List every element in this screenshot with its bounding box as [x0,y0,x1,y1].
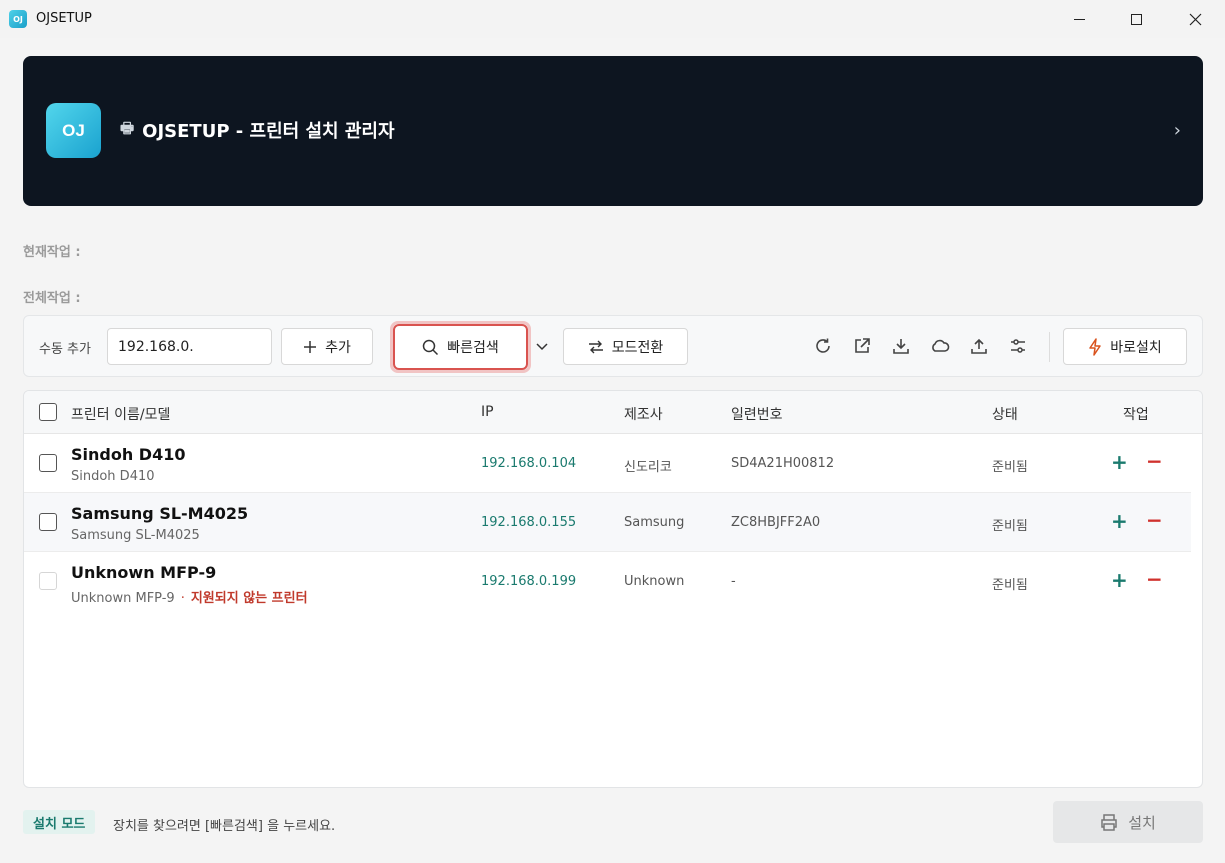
printer-model: Sindoh D410 [71,469,155,484]
separator-dot: · [180,591,185,606]
printer-ip: 192.168.0.155 [481,515,577,530]
remove-printer-button[interactable]: − [1146,449,1163,473]
quick-search-button[interactable]: 빠른검색 [393,324,528,370]
printer-icon: 🖶 [120,118,135,137]
chevron-right-icon[interactable]: › [1174,120,1181,141]
refresh-icon [816,338,830,353]
header-name[interactable]: 프린터 이름/모델 [71,404,170,424]
printer-table: 프린터 이름/모델 IP 제조사 일련번호 상태 작업 Sindoh D410 … [23,390,1203,788]
banner-title-row: 🖶 OJSETUP - 프린터 설치 관리자 [120,117,395,143]
printer-model: Unknown MFP-9 · 지원되지 않는 프린터 [71,587,308,606]
refresh-button[interactable] [812,335,834,357]
install-mode-badge: 설치 모드 [23,810,96,834]
header-status[interactable]: 상태 [992,404,1018,424]
add-printer-button[interactable]: + [1111,568,1128,592]
header-banner[interactable]: OJ 🖶 OJSETUP - 프린터 설치 관리자 › [23,56,1203,206]
minimize-button[interactable] [1050,0,1108,38]
remove-printer-button[interactable]: − [1146,567,1163,591]
add-printer-button[interactable]: + [1111,450,1128,474]
maximize-button[interactable] [1107,0,1165,38]
app-logo: OJ [46,103,101,158]
install-label: 설치 [1128,813,1156,832]
table-row[interactable]: Sindoh D410 Sindoh D410 192.168.0.104 신도… [24,434,1191,493]
row-checkbox[interactable] [39,454,57,472]
printer-name: Unknown MFP-9 [71,563,217,582]
printer-icon [1101,813,1117,831]
upload-button[interactable] [968,335,990,357]
add-button[interactable]: 추가 [281,328,373,365]
header-ip[interactable]: IP [481,404,494,420]
minimize-icon [1073,18,1085,20]
title-bar: OJ OJSETUP [0,0,1225,38]
maximize-icon [1130,13,1142,25]
header-serial[interactable]: 일련번호 [731,404,783,424]
printer-manufacturer: 신도리코 [624,460,672,475]
current-task-label: 현재작업 : [23,245,81,260]
plus-icon [304,340,317,353]
search-dropdown-button[interactable] [529,328,554,365]
printer-serial: ZC8HBJFF2A0 [731,515,821,530]
select-all-checkbox[interactable] [39,403,57,421]
printer-name: Samsung SL-M4025 [71,504,249,523]
quick-search-label: 빠른검색 [447,340,499,356]
lightning-icon [1089,337,1101,356]
toolbar: 수동 추가 추가 빠른검색 모드전환 바로설치 [23,315,1203,377]
instant-install-button[interactable]: 바로설치 [1063,328,1187,365]
printer-ip: 192.168.0.199 [481,574,577,589]
total-task-label: 전체작업 : [23,291,81,306]
printer-serial: - [731,574,736,589]
add-printer-button[interactable]: + [1111,509,1128,533]
chevron-down-icon [535,342,548,350]
remove-printer-button[interactable]: − [1146,508,1163,532]
instant-install-label: 바로설치 [1110,339,1162,356]
header-manufacturer[interactable]: 제조사 [624,404,663,424]
model-text: Samsung SL-M4025 [71,528,200,543]
upload-icon [971,338,987,354]
settings-sliders-icon [1011,339,1025,353]
row-checkbox[interactable] [39,513,57,531]
model-text: Unknown MFP-9 [71,591,175,606]
printer-serial: SD4A21H00812 [731,456,835,471]
printer-status: 준비됨 [992,519,1028,534]
header-action: 작업 [1123,407,1149,423]
table-header: 프린터 이름/모델 IP 제조사 일련번호 상태 작업 [24,391,1202,434]
model-text: Sindoh D410 [71,469,155,484]
table-row[interactable]: Samsung SL-M4025 Samsung SL-M4025 192.16… [24,493,1191,552]
printer-name: Sindoh D410 [71,445,186,464]
close-icon [1189,13,1201,25]
unsupported-label: 지원되지 않는 프린터 [190,591,308,606]
toolbar-divider [1049,332,1050,362]
table-row[interactable]: Unknown MFP-9 Unknown MFP-9 · 지원되지 않는 프린터 … [24,552,1191,611]
app-icon: OJ [9,10,27,28]
banner-title: OJSETUP - 프린터 설치 관리자 [142,121,395,142]
manual-add-label: 수동 추가 [39,342,91,357]
row-checkbox-disabled [39,572,57,590]
external-link-icon [855,338,870,353]
download-button[interactable] [890,335,912,357]
printer-ip: 192.168.0.104 [481,456,577,471]
printer-model: Samsung SL-M4025 [71,528,200,543]
swap-arrows-icon [588,340,603,353]
footer-hint: 장치를 찾으려면 [빠른검색] 을 누르세요. [113,819,336,834]
add-button-label: 추가 [325,339,351,356]
close-button[interactable] [1166,0,1224,38]
printer-manufacturer: Samsung [624,515,685,530]
mode-switch-label: 모드전환 [611,339,664,356]
cloud-icon [932,339,950,352]
download-icon [893,339,909,354]
printer-manufacturer: Unknown [624,574,685,589]
search-icon [422,339,439,355]
printer-status: 준비됨 [992,460,1028,475]
window-title: OJSETUP [36,11,92,26]
cloud-button[interactable] [929,335,951,357]
open-external-button[interactable] [851,335,873,357]
settings-button[interactable] [1007,335,1029,357]
ip-input[interactable] [107,328,272,365]
printer-status: 준비됨 [992,578,1028,593]
mode-switch-button[interactable]: 모드전환 [563,328,688,365]
install-button[interactable]: 설치 [1053,801,1203,843]
